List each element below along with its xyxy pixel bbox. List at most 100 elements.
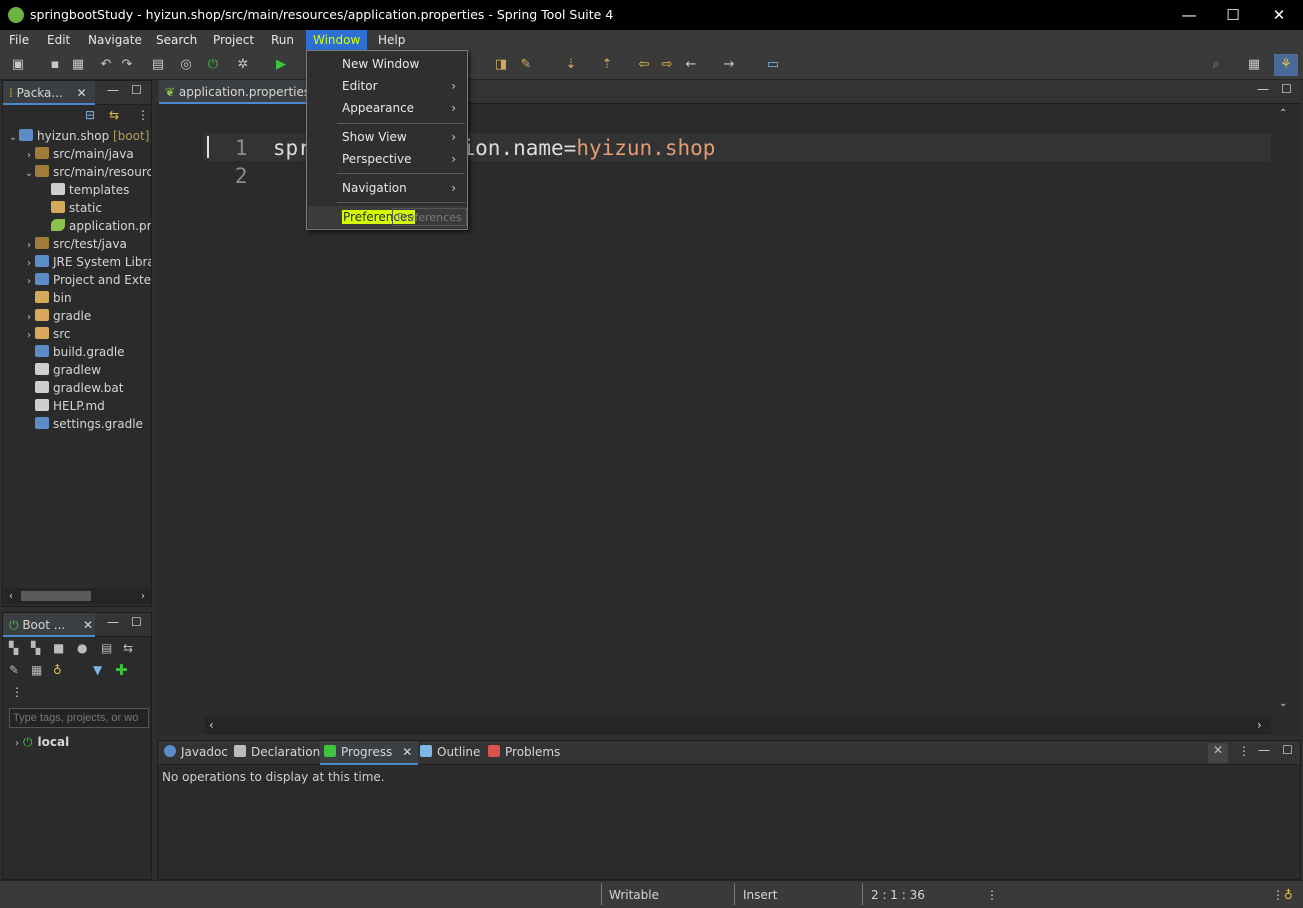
window-menu-perspective[interactable]: Perspective › bbox=[308, 148, 466, 170]
filter-icon[interactable]: ▼ bbox=[93, 663, 102, 677]
add-icon[interactable]: ✚ bbox=[115, 661, 128, 679]
maximize-button[interactable]: ☐ bbox=[1210, 0, 1256, 30]
boot-search-input[interactable] bbox=[9, 708, 149, 728]
debug-start-icon[interactable]: ▚ bbox=[31, 641, 40, 655]
link-editor-icon[interactable]: ⇆ bbox=[109, 108, 119, 122]
skip-breakpoints-icon[interactable]: ◎ bbox=[178, 57, 194, 73]
scroll-left-icon[interactable]: ‹ bbox=[209, 718, 214, 732]
scroll-left-icon[interactable]: ‹ bbox=[9, 591, 13, 602]
tree-item[interactable]: › src/test/java bbox=[23, 235, 127, 253]
status-menu-icon[interactable]: ⋮ bbox=[986, 885, 998, 905]
editor-hscrollbar[interactable]: ‹ › bbox=[205, 716, 1271, 734]
tab-outline[interactable]: Outline bbox=[416, 741, 486, 765]
lightbulb-icon[interactable]: ♁ bbox=[53, 663, 62, 677]
undo-icon[interactable]: ↶ bbox=[98, 57, 114, 73]
view-menu-icon[interactable]: ⋮ bbox=[11, 685, 23, 699]
menu-file[interactable]: File bbox=[2, 30, 36, 50]
window-menu-show-view[interactable]: Show View › bbox=[308, 126, 466, 148]
maximize-panel-icon[interactable]: ☐ bbox=[1282, 743, 1293, 757]
close-icon[interactable]: ✕ bbox=[77, 86, 87, 100]
properties-icon[interactable]: ▦ bbox=[31, 663, 42, 677]
search-icon[interactable]: ⌕ bbox=[1208, 57, 1224, 73]
tree-item[interactable]: › src bbox=[23, 325, 71, 343]
edit-icon[interactable]: ✎ bbox=[9, 663, 19, 677]
tree-item[interactable]: › src/main/java bbox=[23, 145, 134, 163]
tab-progress[interactable]: Progress ✕ bbox=[320, 741, 419, 765]
tab-problems[interactable]: Problems bbox=[484, 741, 566, 765]
tab-package-explorer[interactable]: ⁞ Packa... ✕ bbox=[3, 81, 95, 105]
menu-help[interactable]: Help bbox=[371, 30, 412, 50]
tree-item[interactable]: settings.gradle bbox=[23, 415, 143, 433]
scroll-right-icon[interactable]: › bbox=[141, 591, 145, 602]
status-cursor-position[interactable]: 2 : 1 : 36 bbox=[871, 885, 925, 905]
scroll-down-icon[interactable]: ⌄ bbox=[1279, 698, 1287, 709]
spring-perspective-icon[interactable]: ⚘ bbox=[1274, 54, 1298, 76]
menu-search[interactable]: Search bbox=[149, 30, 204, 50]
open-perspective-icon[interactable]: ▦ bbox=[1246, 57, 1262, 73]
maximize-panel-icon[interactable]: ☐ bbox=[131, 615, 142, 629]
tree-item[interactable]: application.properties bbox=[39, 217, 151, 235]
tree-project-row[interactable]: ⌄ hyizun.shop [boot] bbox=[7, 127, 149, 145]
lightbulb-icon[interactable]: ♁ bbox=[1284, 885, 1293, 905]
prev-annotation-icon[interactable]: ⇡ bbox=[599, 57, 615, 73]
tree-item[interactable]: templates bbox=[39, 181, 129, 199]
next-edit-icon[interactable]: ⇨ bbox=[659, 57, 675, 73]
status-menu-icon[interactable]: ⋮ bbox=[1272, 885, 1284, 905]
tree-item[interactable]: gradlew.bat bbox=[23, 379, 123, 397]
package-hscrollbar[interactable]: ‹ › bbox=[5, 588, 151, 604]
tree-item[interactable]: › gradle bbox=[23, 307, 91, 325]
tree-item[interactable]: gradlew bbox=[23, 361, 101, 379]
close-icon[interactable]: ✕ bbox=[402, 745, 412, 759]
minimize-panel-icon[interactable]: — bbox=[1258, 743, 1270, 757]
chevron-right-icon[interactable]: › bbox=[11, 735, 23, 753]
pin-editor-icon[interactable]: ▭ bbox=[765, 57, 781, 73]
scroll-up-icon[interactable]: ⌃ bbox=[1279, 108, 1287, 119]
save-all-icon[interactable]: ▦ bbox=[70, 57, 86, 73]
scroll-right-icon[interactable]: › bbox=[1257, 718, 1262, 732]
tree-item[interactable]: ›Project and External Dependencies bbox=[23, 271, 151, 289]
tree-item[interactable]: static bbox=[39, 199, 102, 217]
view-menu-icon[interactable]: ⋮ bbox=[1238, 744, 1250, 758]
forward-icon[interactable]: → bbox=[721, 57, 737, 73]
tree-item[interactable]: ›JRE System Library bbox=[23, 253, 151, 271]
stop-icon[interactable]: ■ bbox=[53, 641, 64, 655]
refresh-icon[interactable]: ⇆ bbox=[123, 641, 133, 655]
next-annotation-icon[interactable]: ⇣ bbox=[563, 57, 579, 73]
menu-navigate[interactable]: Navigate bbox=[81, 30, 149, 50]
scroll-thumb[interactable] bbox=[21, 591, 91, 601]
tab-javadoc[interactable]: Javadoc bbox=[160, 741, 234, 765]
start-icon[interactable]: ▚ bbox=[9, 641, 18, 655]
remove-finished-icon[interactable]: ✕ bbox=[1208, 743, 1228, 763]
window-menu-preferences[interactable]: Preferences Preferences bbox=[308, 206, 467, 228]
chevron-down-icon[interactable]: ⌄ bbox=[23, 165, 35, 183]
close-icon[interactable]: ✕ bbox=[83, 618, 93, 632]
window-menu-navigation[interactable]: Navigation › bbox=[308, 177, 466, 199]
tree-item[interactable]: ⌄ src/main/resources bbox=[23, 163, 151, 181]
last-edit-icon[interactable]: ⇦ bbox=[636, 57, 652, 73]
new-icon[interactable]: ▣ bbox=[10, 57, 26, 73]
menu-window[interactable]: Window bbox=[306, 30, 368, 50]
redo-icon[interactable]: ↷ bbox=[119, 57, 135, 73]
console-icon[interactable]: ▤ bbox=[101, 641, 112, 655]
editor-vscrollbar[interactable]: ⌃ ⌄ bbox=[1273, 106, 1295, 716]
back-icon[interactable]: ← bbox=[683, 57, 699, 73]
save-icon[interactable]: ▪ bbox=[47, 57, 63, 73]
window-menu-editor[interactable]: Editor › bbox=[308, 75, 466, 97]
minimize-button[interactable]: — bbox=[1166, 0, 1212, 30]
debug-icon[interactable]: ✲ bbox=[235, 57, 251, 73]
menu-run[interactable]: Run bbox=[264, 30, 301, 50]
open-folder-icon[interactable]: ◨ bbox=[493, 57, 509, 73]
tab-boot-dashboard[interactable]: ⏻ Boot ... ✕ bbox=[3, 613, 95, 637]
window-menu-new-window[interactable]: New Window bbox=[308, 53, 466, 75]
tree-item[interactable]: HELP.md bbox=[23, 397, 105, 415]
boot-power-icon[interactable]: ⏻ bbox=[205, 57, 221, 73]
tab-application-properties[interactable]: ❦ application.properties bbox=[159, 80, 310, 104]
tree-item[interactable]: build.gradle bbox=[23, 343, 125, 361]
local-row[interactable]: › ⏻ local bbox=[11, 733, 69, 751]
chevron-down-icon[interactable]: ⌄ bbox=[7, 129, 19, 147]
run-icon[interactable]: ▶ bbox=[273, 57, 289, 73]
minimize-editor-icon[interactable]: — bbox=[1257, 82, 1269, 96]
window-menu-appearance[interactable]: Appearance › bbox=[308, 97, 466, 119]
minimize-panel-icon[interactable]: — bbox=[107, 615, 119, 629]
status-insert-mode[interactable]: Insert bbox=[743, 885, 777, 905]
